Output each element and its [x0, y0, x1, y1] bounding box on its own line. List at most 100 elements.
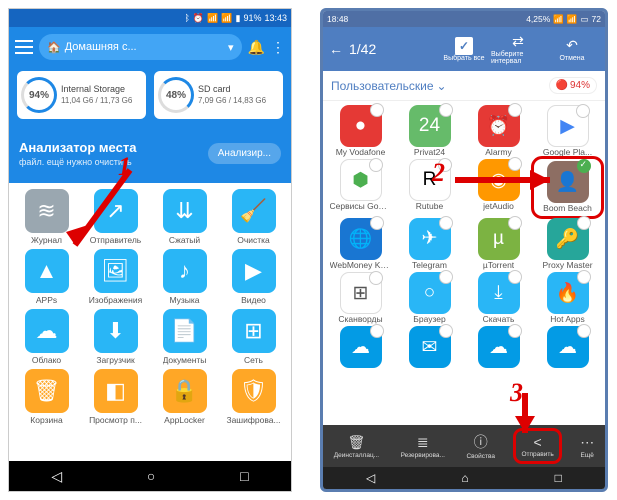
- app-item[interactable]: ↗Отправитель: [82, 189, 149, 245]
- app-item[interactable]: 🌐WebMoney Keeper: [327, 218, 394, 270]
- app-item[interactable]: ≋Журнал: [13, 189, 80, 245]
- bell-icon[interactable]: 🔔: [248, 39, 265, 56]
- app-item[interactable]: ⏰Alarmy: [465, 105, 532, 157]
- app-item[interactable]: 🗑Корзина: [13, 369, 80, 425]
- app-item[interactable]: ▶Google Pla...: [534, 105, 601, 157]
- more-icon[interactable]: ⋮: [271, 39, 285, 56]
- dropdown-icon: ▾: [228, 41, 234, 54]
- app-item[interactable]: ○Браузер: [396, 272, 463, 324]
- action-icon: <: [534, 434, 542, 450]
- app-icon: ⏰: [478, 105, 520, 147]
- app-item[interactable]: ♪Музыка: [151, 249, 218, 305]
- app-label: Изображения: [89, 295, 142, 305]
- action-резервирова-[interactable]: ≣Резервирова...: [401, 434, 445, 459]
- action-label: Резервирова...: [401, 452, 445, 459]
- storage-sd[interactable]: 48% SD card 7,09 G6 / 14,83 G6: [154, 71, 283, 119]
- app-icon: 📄: [163, 309, 207, 353]
- app-item[interactable]: µµTorrent: [465, 218, 532, 270]
- menu-icon[interactable]: [15, 40, 33, 54]
- analyze-button[interactable]: Анализир...: [208, 143, 281, 164]
- usage-badge[interactable]: 🔴 94%: [549, 77, 597, 94]
- app-icon: µ: [478, 218, 520, 260]
- app-item[interactable]: ✈Telegram: [396, 218, 463, 270]
- app-icon: ⬢: [340, 159, 382, 201]
- app-item[interactable]: 🔒AppLocker: [151, 369, 218, 425]
- app-icon: R: [409, 159, 451, 201]
- check-circle: [369, 271, 383, 285]
- nav-recent-icon[interactable]: □: [555, 471, 562, 485]
- gauge-internal: 94%: [21, 77, 57, 113]
- back-icon[interactable]: ←: [329, 41, 343, 57]
- app-label: µTorrent: [483, 261, 514, 270]
- action-свойства[interactable]: ⓘСвойства: [466, 432, 495, 460]
- app-item[interactable]: 🔥Hot Apps: [534, 272, 601, 324]
- app-label: Видео: [241, 295, 266, 305]
- app-item[interactable]: ●My Vodafone: [327, 105, 394, 157]
- app-icon: ○: [409, 272, 451, 314]
- breadcrumb[interactable]: 🏠 Домашняя с... ▾: [39, 34, 242, 60]
- app-item[interactable]: ☁: [327, 326, 394, 369]
- nav-back-icon[interactable]: ◁: [51, 468, 62, 485]
- app-item[interactable]: ⊞Сканворды: [327, 272, 394, 324]
- app-item[interactable]: 👤Boom Beach: [534, 159, 601, 215]
- action-label: Отправить: [521, 451, 553, 458]
- app-label: Просмотр п...: [89, 415, 142, 425]
- app-item[interactable]: 24Privat24: [396, 105, 463, 157]
- app-item[interactable]: ⊞Сеть: [220, 309, 287, 365]
- app-item[interactable]: ⬇Загрузчик: [82, 309, 149, 365]
- gauge-icon: 🔴: [556, 80, 568, 91]
- app-label: Google Pla...: [543, 148, 592, 157]
- home-icon: 🏠: [47, 41, 61, 54]
- signal-icon: 📶: [567, 14, 578, 25]
- storage-internal[interactable]: 94% Internal Storage 11,04 G6 / 11,73 G6: [17, 71, 146, 119]
- nav-back-icon[interactable]: ◁: [366, 471, 375, 485]
- check-circle: [577, 324, 591, 338]
- app-item[interactable]: ◧ Просмотр п...: [82, 369, 149, 425]
- app-label: jetAudio: [483, 202, 514, 211]
- check-circle: [439, 216, 453, 230]
- app-item[interactable]: ▲ APPs: [13, 249, 80, 305]
- app-item[interactable]: ◉jetAudio: [465, 159, 532, 215]
- filter-dropdown[interactable]: Пользовательские ⌄: [331, 79, 447, 93]
- app-icon: ☁: [478, 326, 520, 368]
- app-label: Boom Beach: [543, 204, 592, 213]
- app-icon: ⇊: [163, 189, 207, 233]
- app-label: Очистка: [237, 235, 270, 245]
- bottom-action-bar: 🗑Деинсталлац... ≣Резервирова... ⓘСвойства <…: [323, 425, 605, 467]
- app-item[interactable]: RRutube: [396, 159, 463, 215]
- app-item[interactable]: ✉: [396, 326, 463, 369]
- app-item[interactable]: ▶Видео: [220, 249, 287, 305]
- app-icon: ◧: [94, 369, 138, 413]
- app-item[interactable]: 🛡Зашифрова...: [220, 369, 287, 425]
- app-item[interactable]: ⬢Сервисы Google: [327, 159, 394, 215]
- analyzer-title: Анализатор места: [19, 140, 136, 155]
- phone-left: ᛒ ⏰ 📶 📶 ▮ 91% 13:43 🏠 Домашняя с... ▾ 🔔 …: [8, 8, 292, 492]
- cancel-button[interactable]: ↶ Отмена: [545, 37, 599, 62]
- app-item[interactable]: ⤓Скачать: [465, 272, 532, 324]
- app-item[interactable]: ☁Облако: [13, 309, 80, 365]
- app-icon: ☁: [340, 326, 382, 368]
- app-item[interactable]: 📄Документы: [151, 309, 218, 365]
- select-interval-button[interactable]: ⇄ Выберите интервал: [491, 33, 545, 65]
- app-label: APPs: [36, 295, 57, 305]
- nav-recent-icon[interactable]: □: [240, 468, 248, 484]
- app-item[interactable]: 🔑Proxy Master: [534, 218, 601, 270]
- select-all-button[interactable]: ✓ Выбрать все: [437, 37, 491, 62]
- app-item[interactable]: ☁: [534, 326, 601, 369]
- action-деинсталлац-[interactable]: 🗑Деинсталлац...: [334, 434, 379, 459]
- action-ещ-[interactable]: ⋯Ещё: [580, 434, 594, 459]
- app-label: My Vodafone: [336, 148, 386, 157]
- storage-label: SD card: [198, 84, 266, 96]
- nav-home-icon[interactable]: ⌂: [461, 471, 468, 485]
- nav-home-icon[interactable]: ○: [147, 468, 155, 484]
- app-label: Скачать: [483, 315, 515, 324]
- action-отправить[interactable]: <Отправить: [516, 431, 558, 461]
- selection-count: 1/42: [349, 41, 437, 57]
- app-item[interactable]: 🧹Очистка: [220, 189, 287, 245]
- app-icon: ▲: [25, 249, 69, 293]
- action-icon: ≣: [417, 434, 429, 451]
- app-item[interactable]: 🖼Изображения: [82, 249, 149, 305]
- app-item[interactable]: ⇊Сжатый: [151, 189, 218, 245]
- app-item[interactable]: ☁: [465, 326, 532, 369]
- battery-num: 72: [592, 14, 601, 24]
